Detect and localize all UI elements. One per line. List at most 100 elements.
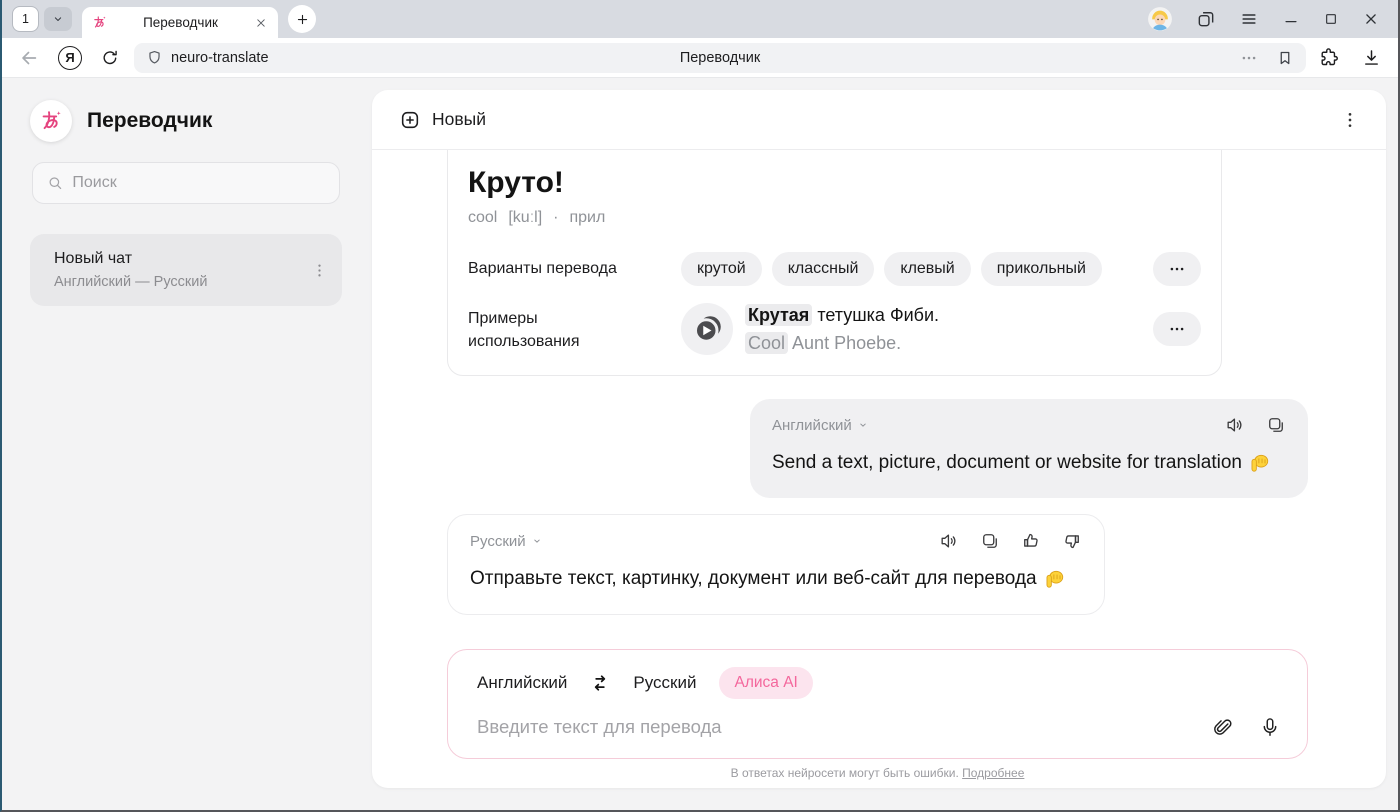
user-message: Английский Send a text, picture, documen… <box>750 399 1308 498</box>
message-language-label: Русский <box>470 533 526 550</box>
chat-search[interactable] <box>32 162 340 204</box>
chevron-down-icon <box>51 12 65 26</box>
speaker-icon[interactable] <box>1225 415 1245 435</box>
target-language-selector[interactable]: Русский <box>633 673 696 693</box>
search-icon <box>47 174 63 192</box>
app-logo-row: Переводчик <box>30 100 370 142</box>
page-content: Переводчик Новый чат Английский — Русски… <box>2 78 1398 810</box>
copy-icon[interactable] <box>1103 150 1123 151</box>
hamburger-menu-icon <box>1239 9 1259 29</box>
source-language-selector[interactable]: Английский <box>477 673 567 693</box>
variants-row: Варианты перевода крутой классный клевый… <box>468 252 1201 286</box>
thumbs-down-icon[interactable] <box>1062 531 1082 551</box>
minimize-icon <box>1282 10 1300 28</box>
window-controls <box>1147 6 1388 32</box>
chevron-down-icon <box>530 534 544 548</box>
chevron-down-icon <box>856 418 870 432</box>
downloads-button[interactable] <box>1361 47 1382 68</box>
ellipsis-icon <box>1168 260 1186 278</box>
minimize-button[interactable] <box>1282 10 1300 28</box>
search-input[interactable] <box>72 174 325 192</box>
address-bar-page-title: Переводчик <box>134 50 1306 66</box>
translator-logo-icon <box>92 15 107 30</box>
bookmark-button[interactable] <box>1276 49 1294 67</box>
play-icon <box>692 314 722 344</box>
back-arrow-icon <box>18 47 40 69</box>
learn-more-link[interactable]: Подробнее <box>962 766 1024 780</box>
variant-chip[interactable]: классный <box>772 252 875 286</box>
bookmark-icon <box>1276 49 1294 67</box>
address-bar[interactable]: neuro-translate Переводчик <box>134 43 1306 73</box>
plus-square-icon <box>399 109 421 131</box>
more-examples-button[interactable] <box>1153 312 1201 346</box>
kebab-menu-icon <box>311 262 328 279</box>
navigation-bar: Я neuro-translate Переводчик <box>2 38 1398 78</box>
thumbs-up-icon[interactable] <box>1021 531 1041 551</box>
copy-icon[interactable] <box>980 531 1000 551</box>
transcription: [kuːl] <box>508 209 542 227</box>
tab-title: Переводчик <box>107 15 254 30</box>
chat-list-item[interactable]: Новый чат Английский — Русский <box>30 234 342 306</box>
chat-menu-button[interactable] <box>1340 110 1360 130</box>
browser-menu-button[interactable] <box>1239 9 1259 29</box>
site-security-badge[interactable] <box>146 49 163 66</box>
message-language-selector[interactable]: Английский <box>772 417 870 434</box>
language-bar: Английский Русский Алиса AI <box>477 667 1281 699</box>
variant-chip[interactable]: клевый <box>884 252 970 286</box>
reload-button[interactable] <box>100 48 120 68</box>
speaker-icon[interactable] <box>1064 150 1084 151</box>
extensions-button[interactable] <box>1318 47 1339 68</box>
dictionary-card: Русский Круто! coo <box>447 150 1222 376</box>
close-icon <box>1362 10 1380 28</box>
chat-item-menu-button[interactable] <box>311 262 328 279</box>
yandex-home-button[interactable]: Я <box>58 46 82 70</box>
examples-label: Примеры использования <box>468 307 681 353</box>
new-chat-button[interactable]: Новый <box>399 109 486 131</box>
chat-panel: Новый Русский <box>372 90 1386 788</box>
disclaimer-text: В ответах нейросети могут быть ошибки. <box>731 766 959 780</box>
tab-list-button[interactable] <box>44 7 72 31</box>
profile-avatar[interactable] <box>1147 6 1173 32</box>
reload-icon <box>100 48 120 68</box>
chat-item-languages: Английский — Русский <box>54 274 311 290</box>
tab-strip: 1 Переводчик <box>2 0 1398 38</box>
browser-tab[interactable]: Переводчик <box>82 7 278 38</box>
ellipsis-icon[interactable] <box>1142 150 1162 151</box>
translator-logo <box>30 100 72 142</box>
source-word: cool <box>468 209 497 227</box>
new-tab-button[interactable] <box>288 5 316 33</box>
message-language-selector[interactable]: Русский <box>470 533 544 550</box>
close-window-button[interactable] <box>1362 10 1380 28</box>
address-bar-more-button[interactable] <box>1240 49 1258 67</box>
chat-scroll-area[interactable]: Русский Круто! coo <box>372 150 1386 788</box>
side-panels-button[interactable] <box>1196 9 1216 29</box>
user-message-text: Send a text, picture, document or websit… <box>772 452 1286 474</box>
plus-icon <box>295 12 310 27</box>
swap-languages-button[interactable] <box>590 673 610 693</box>
more-variants-button[interactable] <box>1153 252 1201 286</box>
attach-file-icon[interactable] <box>1212 716 1234 738</box>
variant-chip[interactable]: крутой <box>681 252 762 286</box>
browser-window: 1 Переводчик Я neuro-translate Переводчи… <box>0 0 1400 812</box>
example-source-sentence: Cool Aunt Phoebe. <box>745 333 939 354</box>
bookmark-icon[interactable] <box>1181 150 1201 151</box>
example-sentences: Крутая тетушка Фиби. Cool Aunt Phoebe. <box>745 305 939 354</box>
copy-icon[interactable] <box>1266 415 1286 435</box>
translation-input[interactable] <box>477 716 1212 738</box>
word-details: cool [kuːl] · прил <box>468 209 1201 227</box>
message-language-label: Английский <box>772 417 852 434</box>
play-example-button[interactable] <box>681 303 733 355</box>
separator-dot: · <box>553 209 558 227</box>
examples-row: Примеры использования Крутая тетушка Фиб… <box>468 303 1201 355</box>
microphone-icon[interactable] <box>1259 716 1281 738</box>
speaker-icon[interactable] <box>939 531 959 551</box>
tab-counter-button[interactable]: 1 <box>12 6 39 32</box>
close-tab-icon[interactable] <box>254 16 268 30</box>
maximize-button[interactable] <box>1323 11 1339 27</box>
pointing-down-hand-icon <box>1044 569 1065 590</box>
variant-chip[interactable]: прикольный <box>981 252 1102 286</box>
back-button[interactable] <box>18 47 40 69</box>
variants-label: Варианты перевода <box>468 257 681 280</box>
disclaimer: В ответах нейросети могут быть ошибки. П… <box>447 766 1308 780</box>
alice-ai-badge[interactable]: Алиса AI <box>719 667 812 699</box>
